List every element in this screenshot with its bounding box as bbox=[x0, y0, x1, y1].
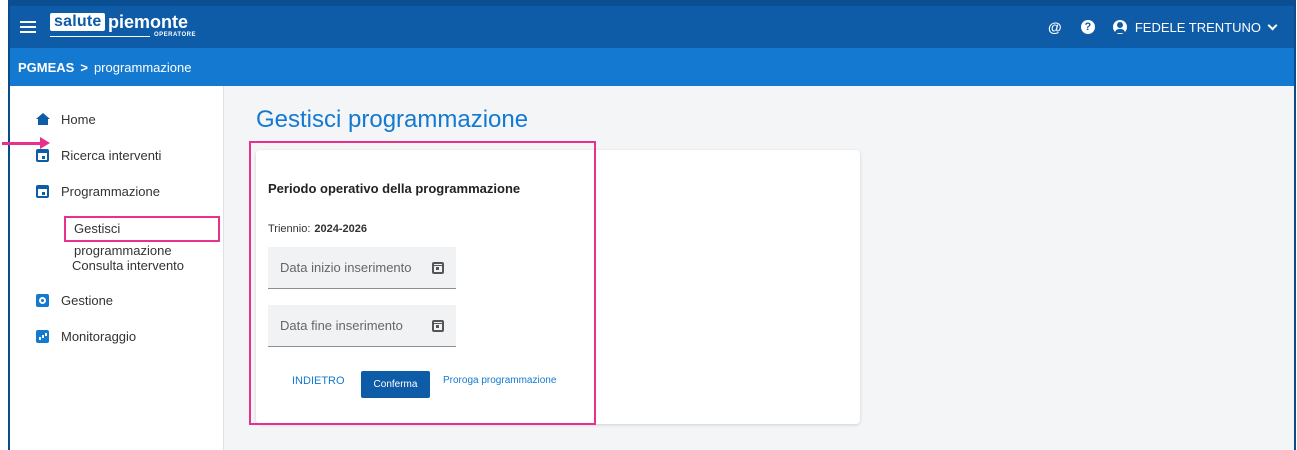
user-icon[interactable] bbox=[1112, 20, 1127, 34]
sidebar-subitem-gestisci-programmazione[interactable]: Gestisci programmazione bbox=[64, 216, 220, 258]
app-frame: salute piemonte OPERATORE @ ? FEDELE TRE… bbox=[2, 0, 1296, 450]
annotation-arrow-line bbox=[2, 142, 42, 145]
triennio-info: Triennio: 2024-2026 bbox=[268, 223, 367, 235]
end-date-field[interactable]: Data fine inserimento bbox=[268, 305, 456, 347]
breadcrumb: PGMEAS > programmazione bbox=[10, 48, 1294, 86]
breadcrumb-separator: > bbox=[80, 59, 88, 75]
sidebar-item-gestione[interactable]: Gestione bbox=[36, 293, 113, 308]
calendar-icon[interactable] bbox=[432, 319, 444, 332]
sidebar-subitem-consulta-intervento[interactable]: Consulta intervento bbox=[72, 258, 184, 273]
calendar-icon bbox=[36, 149, 49, 162]
sidebar-item-ricerca-interventi[interactable]: Ricerca interventi bbox=[36, 148, 161, 163]
page-title: Gestisci programmazione bbox=[256, 106, 529, 133]
logo-sub: OPERATORE bbox=[154, 32, 196, 38]
home-icon bbox=[36, 113, 50, 126]
confirm-button[interactable]: Conferma bbox=[361, 371, 430, 398]
main-content: Gestisci programmazione Periodo operativ… bbox=[224, 86, 1294, 450]
start-date-field[interactable]: Data inizio inserimento bbox=[268, 247, 456, 289]
logo-line bbox=[50, 36, 150, 37]
sidebar-item-label: Ricerca interventi bbox=[61, 148, 162, 163]
end-date-placeholder: Data fine inserimento bbox=[280, 318, 403, 333]
logo-brand: salute bbox=[50, 13, 106, 31]
sidebar-item-label: Gestione bbox=[61, 293, 114, 308]
breadcrumb-current: programmazione bbox=[93, 59, 192, 75]
chevron-down-icon[interactable] bbox=[1267, 20, 1278, 30]
triennio-label: Triennio: bbox=[268, 223, 311, 235]
annotation-arrow-icon bbox=[40, 137, 50, 149]
chart-icon bbox=[36, 330, 49, 343]
calendar-icon[interactable] bbox=[432, 261, 444, 274]
calendar-icon bbox=[36, 185, 49, 198]
top-bar: salute piemonte OPERATORE @ ? FEDELE TRE… bbox=[10, 0, 1294, 48]
start-date-placeholder: Data inizio inserimento bbox=[280, 260, 412, 275]
top-right-actions: @ ? FEDELE TRENTUNO bbox=[1047, 6, 1294, 48]
at-icon[interactable]: @ bbox=[1047, 19, 1063, 35]
triennio-value: 2024-2026 bbox=[314, 223, 367, 235]
sidebar-item-label: Monitoraggio bbox=[61, 329, 137, 344]
gear-icon bbox=[36, 294, 49, 307]
section-title: Periodo operativo della programmazione bbox=[268, 181, 521, 196]
sidebar-item-programmazione[interactable]: Programmazione bbox=[36, 184, 160, 199]
back-button[interactable]: INDIETRO bbox=[292, 375, 345, 387]
app-logo[interactable]: salute piemonte OPERATORE bbox=[50, 12, 220, 42]
breadcrumb-root[interactable]: PGMEAS bbox=[18, 60, 74, 75]
sidebar-item-home[interactable]: Home bbox=[36, 112, 96, 127]
help-icon[interactable]: ? bbox=[1080, 20, 1095, 34]
sidebar-item-label: Programmazione bbox=[61, 184, 160, 199]
logo-region: piemonte bbox=[108, 12, 189, 32]
menu-icon[interactable] bbox=[20, 21, 36, 33]
sidebar-item-label: Home bbox=[61, 112, 96, 127]
sidebar-item-monitoraggio[interactable]: Monitoraggio bbox=[36, 329, 136, 344]
user-name[interactable]: FEDELE TRENTUNO bbox=[1135, 20, 1261, 35]
extend-programmazione-button[interactable]: Proroga programmazione bbox=[443, 375, 556, 386]
